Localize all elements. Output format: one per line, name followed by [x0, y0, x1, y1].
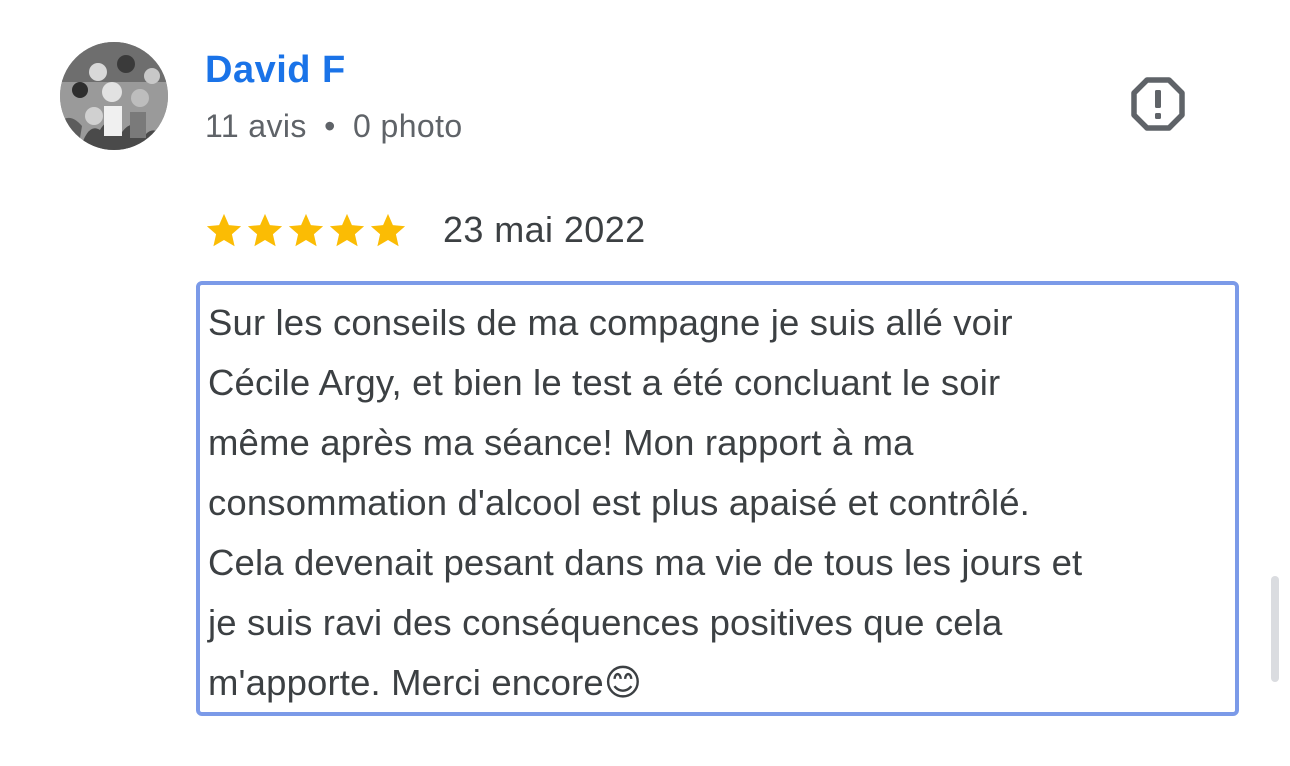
review-count: 11 avis — [205, 108, 307, 144]
star-icon — [329, 213, 365, 247]
meta-separator: • — [324, 108, 336, 144]
scrollbar[interactable] — [1271, 576, 1279, 682]
review-date: 23 mai 2022 — [443, 209, 646, 250]
rating-row: 23 mai 2022 — [205, 206, 646, 254]
star-rating — [205, 211, 407, 249]
photo-count: 0 photo — [353, 108, 463, 144]
review-text: Sur les conseils de ma compagne je suis … — [208, 302, 1083, 703]
star-icon — [288, 213, 324, 247]
avatar[interactable] — [60, 42, 168, 150]
report-flag-icon — [1131, 77, 1185, 131]
avatar-photo — [60, 42, 168, 150]
report-button[interactable] — [1127, 73, 1189, 135]
star-icon — [206, 213, 242, 247]
reviewer-name[interactable]: David F — [205, 47, 346, 93]
star-icon — [247, 213, 283, 247]
star-icon — [370, 213, 406, 247]
reviewer-meta: 11 avis • 0 photo — [205, 106, 463, 146]
review-text-box: Sur les conseils de ma compagne je suis … — [196, 281, 1239, 716]
